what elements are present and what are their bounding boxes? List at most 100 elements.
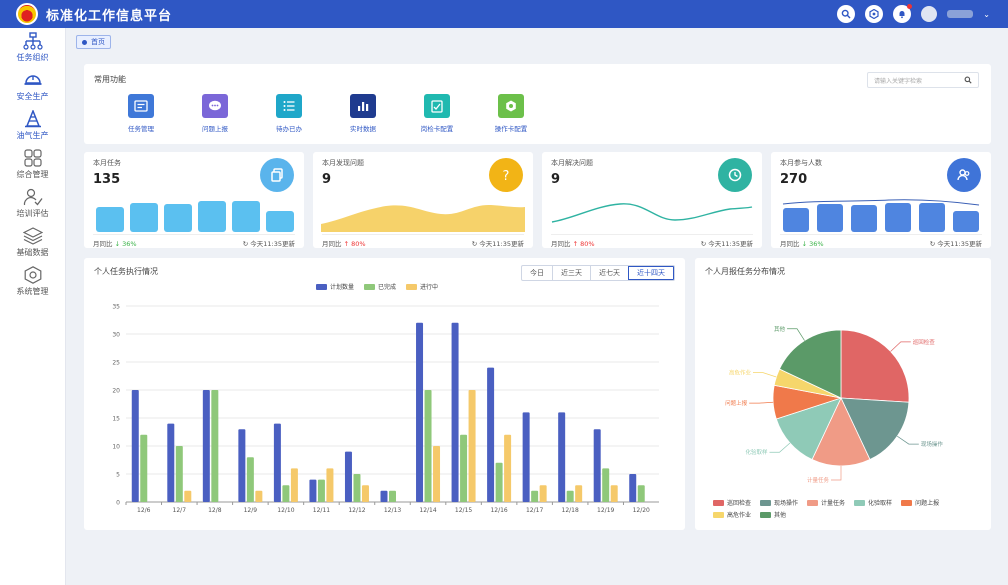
bar-0[interactable]	[451, 322, 459, 502]
pie-label-line	[890, 341, 911, 352]
quick-item-problem-report[interactable]: 问题上报	[178, 94, 252, 133]
pie-slice-label: 计量任务	[807, 476, 830, 483]
sidebar-item-training[interactable]: 培训评估	[0, 184, 65, 223]
bar-0[interactable]	[380, 490, 388, 502]
list-icon	[276, 94, 302, 118]
bar-1[interactable]	[531, 490, 539, 502]
legend-item-plan[interactable]: 计划数量	[316, 282, 354, 291]
bar-2[interactable]	[539, 485, 547, 502]
compare-label: 月同比	[93, 240, 113, 248]
stat-graph-bar	[817, 204, 843, 232]
sidebar-item-base-data[interactable]: 基础数据	[0, 223, 65, 262]
update-time: 今天11:35更新	[937, 240, 982, 248]
legend-item-progress[interactable]: 进行中	[406, 282, 438, 291]
refresh-icon[interactable]: ↻	[930, 240, 935, 248]
quick-item-inspection-card-config[interactable]: 岗检卡配置	[400, 94, 474, 133]
bar-0[interactable]	[416, 322, 424, 502]
range-selector: 今日 近三天 近七天 近十四天	[521, 265, 675, 281]
bar-2[interactable]	[290, 468, 298, 502]
user-name-obscured[interactable]	[947, 10, 974, 18]
x-tick-label: 12/9	[244, 507, 258, 514]
pie-legend-item[interactable]: 现场操作	[760, 498, 798, 507]
legend-item-done[interactable]: 已完成	[364, 282, 396, 291]
bar-0[interactable]	[167, 423, 175, 502]
legend-swatch	[760, 511, 772, 518]
bar-1[interactable]	[460, 434, 468, 502]
bar-1[interactable]	[566, 490, 574, 502]
settings-icon[interactable]	[865, 5, 884, 23]
sidebar-item-safety[interactable]: 安全生产	[0, 67, 65, 106]
pie-legend-item[interactable]: 高危作业	[713, 510, 751, 519]
bar-0[interactable]	[202, 390, 210, 502]
bar-1[interactable]	[495, 462, 503, 502]
range-7days-button[interactable]: 近七天	[590, 266, 628, 280]
bar-0[interactable]	[558, 412, 566, 502]
bar-0[interactable]	[629, 474, 637, 502]
bar-0[interactable]	[344, 451, 352, 502]
bar-1[interactable]	[389, 490, 396, 502]
quick-item-operation-card-config[interactable]: 操作卡配置	[474, 94, 548, 133]
bar-1[interactable]	[353, 474, 361, 502]
bar-0[interactable]	[309, 479, 317, 502]
stat-footer: 月同比 ↓ 36% ↻ 今天11:35更新	[780, 234, 982, 248]
refresh-icon[interactable]: ↻	[472, 240, 477, 248]
range-today-button[interactable]: 今日	[522, 266, 552, 280]
bar-2[interactable]	[575, 485, 583, 502]
sidebar-item-label: 综合管理	[16, 170, 49, 179]
bar-0[interactable]	[593, 429, 601, 502]
legend-label: 高危作业	[727, 512, 752, 519]
compare-label: 月同比	[551, 240, 571, 248]
bar-1[interactable]	[424, 390, 432, 502]
bar-1[interactable]	[140, 434, 148, 502]
bar-0[interactable]	[273, 423, 281, 502]
bar-2[interactable]	[504, 434, 512, 502]
search-input[interactable]: 请输入关键字检索	[867, 72, 979, 88]
sidebar-item-system[interactable]: 系统管理	[0, 262, 65, 301]
search-icon[interactable]	[837, 5, 856, 23]
chevron-down-icon[interactable]: ⌄	[983, 10, 990, 19]
legend-swatch	[713, 511, 724, 518]
stat-value: 135	[93, 172, 121, 187]
user-avatar[interactable]	[921, 6, 938, 22]
pie-legend-item[interactable]: 巡回检查	[713, 498, 751, 507]
bar-2[interactable]	[255, 490, 263, 502]
bar-1[interactable]	[317, 479, 325, 502]
bar-1[interactable]	[602, 468, 610, 502]
pie-slice[interactable]	[840, 329, 910, 403]
bar-2[interactable]	[184, 490, 192, 502]
quick-item-realtime-data[interactable]: 实时数据	[326, 94, 400, 133]
range-14days-button[interactable]: 近十四天	[628, 266, 674, 280]
bar-1[interactable]	[637, 485, 645, 502]
bar-1[interactable]	[175, 446, 183, 502]
quick-item-todo-done[interactable]: 待办已办	[252, 94, 326, 133]
bar-0[interactable]	[131, 390, 139, 502]
bar-2[interactable]	[361, 485, 369, 502]
bar-0[interactable]	[487, 367, 495, 502]
refresh-icon[interactable]: ↻	[701, 240, 706, 248]
pie-legend-item[interactable]: 其他	[760, 510, 786, 519]
trend-arrow: ↑	[343, 240, 350, 248]
quick-functions-title: 常用功能	[94, 75, 126, 84]
quick-item-task-mgmt[interactable]: 任务管理	[104, 94, 178, 133]
tab-home[interactable]: 首页	[76, 35, 111, 49]
bar-1[interactable]	[246, 457, 254, 502]
pie-legend-item[interactable]: 问题上报	[901, 498, 939, 507]
range-3days-button[interactable]: 近三天	[552, 266, 590, 280]
bar-2[interactable]	[468, 390, 476, 502]
sidebar-item-task-org[interactable]: 任务组织	[0, 28, 65, 67]
bar-1[interactable]	[211, 390, 219, 502]
sidebar-item-oil-production[interactable]: 油气生产	[0, 106, 65, 145]
bar-2[interactable]	[433, 446, 441, 502]
refresh-icon[interactable]: ↻	[243, 240, 248, 248]
bar-0[interactable]	[522, 412, 530, 502]
pie-legend-item[interactable]: 计量任务	[807, 498, 845, 507]
pie-slice-label: 现场操作	[921, 440, 944, 448]
bar-1[interactable]	[282, 485, 290, 502]
notification-bell-icon[interactable]	[893, 4, 913, 23]
bar-2[interactable]	[326, 468, 334, 502]
bar-2[interactable]	[610, 485, 618, 502]
pie-legend-item[interactable]: 化验取样	[854, 498, 892, 507]
x-tick-label: 12/10	[277, 507, 294, 514]
sidebar-item-general-mgmt[interactable]: 综合管理	[0, 145, 65, 184]
bar-0[interactable]	[238, 429, 246, 502]
